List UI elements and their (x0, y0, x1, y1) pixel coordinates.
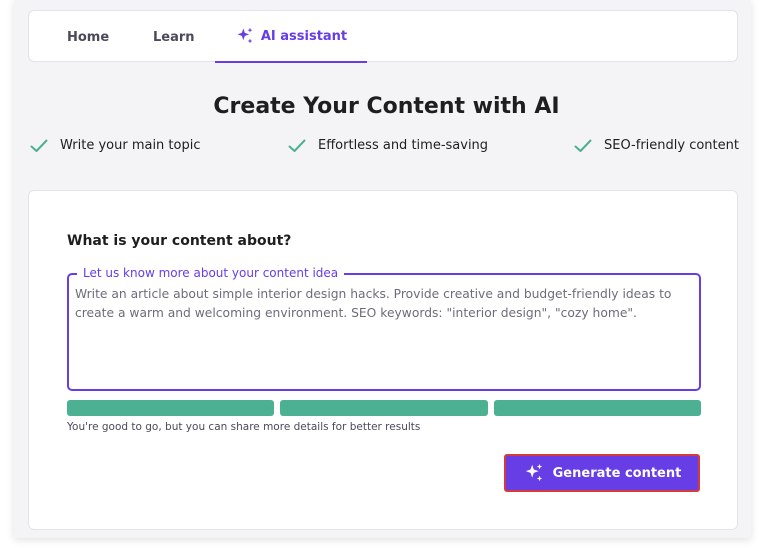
tab-ai-assistant[interactable]: AI assistant (215, 11, 367, 63)
generate-content-button[interactable]: Generate content (504, 454, 700, 492)
content-form-card: What is your content about? Let us know … (28, 190, 738, 530)
content-idea-label: Let us know more about your content idea (77, 265, 345, 281)
feature-label: Write your main topic (60, 138, 201, 153)
check-icon (288, 139, 306, 152)
progress-hint: You're good to go, but you can share mor… (67, 421, 421, 433)
top-navigation: Home Learn AI assistant (28, 10, 738, 63)
feature-label: SEO-friendly content (604, 138, 739, 153)
progress-segment (493, 400, 701, 416)
tab-home[interactable]: Home (67, 11, 109, 63)
tab-home-label: Home (67, 29, 110, 45)
feature-label: Effortless and time-saving (318, 138, 489, 153)
detail-progress-bar (67, 400, 701, 416)
sparkles-icon (525, 463, 542, 482)
form-question: What is your content about? (67, 233, 292, 249)
check-icon (574, 139, 592, 152)
tab-learn-label: Learn (153, 29, 195, 45)
check-icon (30, 139, 48, 152)
tab-ai-assistant-label: AI assistant (260, 28, 348, 44)
content-idea-textarea[interactable]: Write an article about simple interior d… (75, 285, 687, 375)
progress-segment (280, 400, 488, 416)
sparkles-icon (237, 27, 253, 44)
progress-segment (67, 400, 275, 416)
tab-learn[interactable]: Learn (153, 11, 195, 63)
page-title: Create Your Content with AI (213, 94, 560, 119)
feature-item: SEO-friendly content (574, 138, 739, 153)
feature-item: Write your main topic (30, 138, 201, 153)
content-idea-field: Let us know more about your content idea… (67, 265, 701, 391)
generate-content-label: Generate content (552, 465, 682, 481)
feature-item: Effortless and time-saving (288, 138, 488, 153)
